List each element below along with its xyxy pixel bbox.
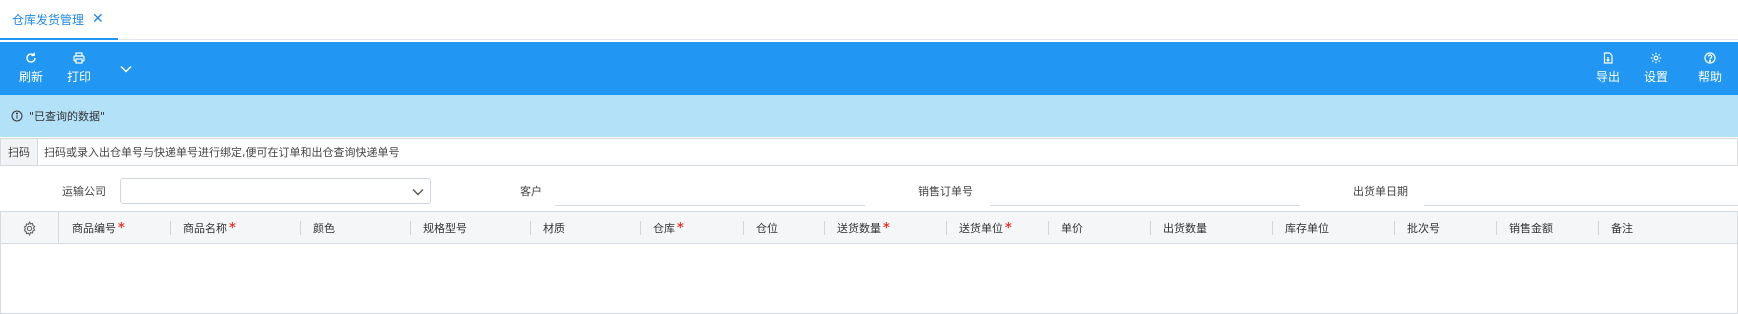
gear-icon — [23, 220, 36, 236]
column-header[interactable]: 仓位 — [744, 212, 825, 244]
column-divider[interactable] — [1394, 221, 1395, 235]
column-header[interactable]: 商品编号 * — [60, 212, 171, 244]
column-header-label: 仓位 — [756, 222, 778, 235]
column-header[interactable]: 库存单位 — [1273, 212, 1395, 244]
column-header-label: 批次号 — [1407, 222, 1440, 235]
column-divider[interactable] — [410, 221, 411, 235]
column-divider[interactable] — [946, 221, 947, 235]
column-divider[interactable] — [1150, 221, 1151, 235]
column-header-label: 材质 — [543, 222, 565, 235]
more-dropdown-button[interactable] — [116, 42, 136, 95]
data-grid: 商品编号 * 商品名称 * 颜色 规格型号 材质 仓库 * 仓位 送货数量 * 送货单位 * 单价 出货数量库… — [0, 211, 1738, 314]
column-header[interactable]: 批次号 — [1395, 212, 1497, 244]
column-header-label: 商品编号 — [72, 222, 116, 235]
column-divider[interactable] — [1598, 221, 1599, 235]
toolbar: 刷新 打印 导出 设置 帮助 — [0, 42, 1738, 95]
column-header-label: 送货数量 — [837, 222, 881, 235]
carrier-select[interactable] — [120, 178, 431, 204]
carrier-label: 运输公司 — [62, 185, 106, 198]
export-icon — [1603, 52, 1613, 64]
column-header[interactable]: 单价 — [1049, 212, 1151, 244]
customer-label: 客户 — [520, 185, 542, 198]
refresh-label: 刷新 — [18, 70, 43, 84]
info-icon — [11, 110, 23, 122]
column-divider[interactable] — [1496, 221, 1497, 235]
column-header[interactable]: 送货单位 * — [947, 212, 1049, 244]
gear-icon — [1650, 52, 1662, 64]
column-divider[interactable] — [170, 221, 171, 235]
help-button[interactable]: 帮助 — [1697, 42, 1723, 95]
required-asterisk-icon: * — [118, 220, 125, 236]
chevron-down-icon — [120, 65, 132, 73]
print-icon — [73, 52, 85, 64]
scan-input[interactable] — [38, 139, 1737, 165]
column-divider[interactable] — [300, 221, 301, 235]
print-button[interactable]: 打印 — [66, 42, 92, 95]
column-header-label: 备注 — [1611, 222, 1633, 235]
column-header-label: 商品名称 — [183, 222, 227, 235]
column-header-label: 出货数量 — [1163, 222, 1207, 235]
column-divider[interactable] — [1048, 221, 1049, 235]
required-asterisk-icon: * — [229, 220, 236, 236]
chevron-down-icon — [412, 189, 424, 196]
column-divider[interactable] — [743, 221, 744, 235]
column-header[interactable]: 颜色 — [301, 212, 411, 244]
refresh-button[interactable]: 刷新 — [18, 42, 44, 95]
column-header-label: 单价 — [1061, 222, 1083, 235]
scan-row: 扫码 — [0, 138, 1738, 166]
column-header-label: 销售金额 — [1509, 222, 1553, 235]
required-asterisk-icon: * — [1005, 220, 1012, 236]
column-header[interactable]: 送货数量 * — [825, 212, 947, 244]
column-header-label: 颜色 — [313, 222, 335, 235]
info-text: "已查询的数据" — [29, 110, 106, 123]
column-header[interactable]: 仓库 * — [641, 212, 744, 244]
filter-row: 运输公司 客户 销售订单号 出货单日期 — [0, 176, 1738, 210]
column-divider[interactable] — [530, 221, 531, 235]
print-label: 打印 — [66, 70, 91, 84]
column-divider[interactable] — [824, 221, 825, 235]
required-asterisk-icon: * — [883, 220, 890, 236]
column-header[interactable]: 规格型号 — [411, 212, 531, 244]
column-header[interactable]: 备注 — [1599, 212, 1737, 244]
help-icon — [1704, 52, 1716, 64]
customer-input[interactable] — [555, 178, 865, 206]
export-label: 导出 — [1595, 70, 1620, 84]
column-divider[interactable] — [640, 221, 641, 235]
column-header-label: 仓库 — [653, 222, 675, 235]
ship-date-label: 出货单日期 — [1353, 185, 1408, 198]
column-header[interactable]: 材质 — [531, 212, 641, 244]
column-header-label: 库存单位 — [1285, 222, 1329, 235]
column-header-label: 规格型号 — [423, 222, 467, 235]
refresh-icon — [26, 52, 36, 63]
settings-label: 设置 — [1643, 70, 1668, 84]
sales-order-label: 销售订单号 — [918, 185, 973, 198]
column-header[interactable]: 出货数量 — [1151, 212, 1273, 244]
column-header[interactable]: 商品名称 * — [171, 212, 301, 244]
close-icon[interactable]: ✕ — [92, 12, 104, 26]
scan-label: 扫码 — [1, 139, 38, 165]
info-bar: "已查询的数据" — [0, 95, 1738, 137]
column-divider[interactable] — [1272, 221, 1273, 235]
tab-bar: 仓库发货管理 ✕ — [0, 0, 1738, 40]
sales-order-input[interactable] — [990, 178, 1300, 206]
ship-date-input[interactable] — [1424, 178, 1738, 206]
export-button[interactable]: 导出 — [1595, 42, 1621, 95]
help-label: 帮助 — [1697, 70, 1722, 84]
settings-button[interactable]: 设置 — [1643, 42, 1669, 95]
tab-warehouse-shipping[interactable]: 仓库发货管理 ✕ — [0, 0, 118, 40]
column-settings-button[interactable] — [1, 212, 59, 244]
tab-label: 仓库发货管理 — [12, 12, 85, 27]
required-asterisk-icon: * — [677, 220, 684, 236]
grid-header: 商品编号 * 商品名称 * 颜色 规格型号 材质 仓库 * 仓位 送货数量 * 送货单位 * 单价 出货数量库… — [1, 212, 1737, 244]
column-header[interactable]: 销售金额 — [1497, 212, 1599, 244]
column-header-label: 送货单位 — [959, 222, 1003, 235]
